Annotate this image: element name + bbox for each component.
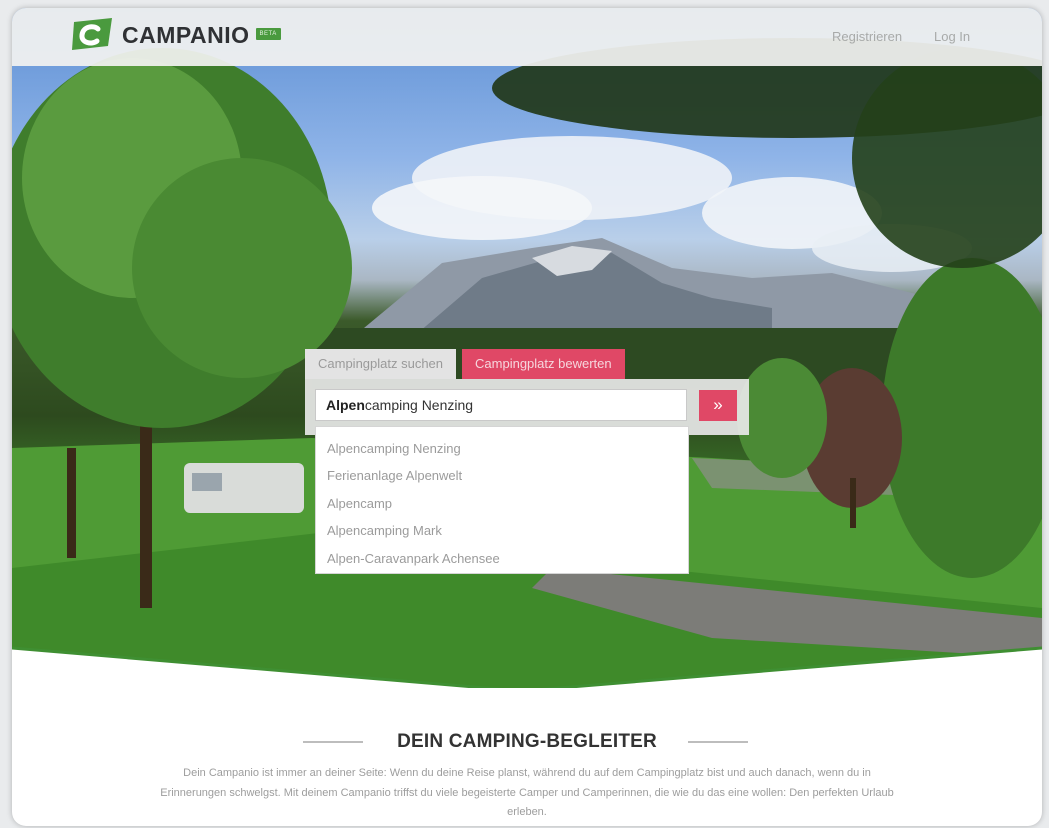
double-chevron-right-icon: » bbox=[713, 395, 723, 414]
tab-campsite-rate[interactable]: Campingplatz bewerten bbox=[462, 349, 625, 379]
autocomplete-list: Alpencamping Nenzing Ferienanlage Alpenw… bbox=[315, 426, 689, 574]
campanio-logo-icon bbox=[72, 18, 112, 50]
login-link[interactable]: Log In bbox=[934, 29, 970, 44]
site-header: CAMPANIO BETA Registrieren Log In bbox=[12, 8, 1042, 66]
suggestion-item[interactable]: Alpencamp bbox=[316, 490, 688, 517]
beta-badge: BETA bbox=[255, 28, 281, 40]
query-remainder: camping Nenzing bbox=[364, 397, 474, 413]
brand-logo[interactable]: CAMPANIO BETA bbox=[68, 18, 281, 52]
section-description: Dein Campanio ist immer an deiner Seite:… bbox=[160, 767, 894, 818]
tab-campsite-search[interactable]: Campingplatz suchen bbox=[305, 349, 457, 379]
suggestion-item[interactable]: Ferienanlage Alpenwelt bbox=[316, 462, 688, 489]
suggestion-item[interactable]: Alpencamping Nenzing bbox=[316, 435, 688, 462]
hero-image bbox=[12, 8, 1042, 688]
register-link[interactable]: Registrieren bbox=[832, 29, 902, 44]
campsite-search-input[interactable]: Alpencamping Nenzing bbox=[315, 389, 687, 421]
suggestion-item[interactable]: Alpen-Caravanpark Achensee bbox=[316, 545, 688, 572]
browser-frame: CAMPANIO BETA Registrieren Log In Campin… bbox=[12, 8, 1042, 826]
query-highlight: Alpen bbox=[326, 397, 365, 413]
campsite-illustration bbox=[12, 38, 1042, 688]
search-tabs: Campingplatz suchen Campingplatz bewerte… bbox=[305, 349, 625, 379]
suggestion-item[interactable]: Alpencamping Mark bbox=[316, 517, 688, 544]
section-title: DEIN CAMPING-BEGLEITER bbox=[397, 731, 657, 752]
brand-name: CAMPANIO bbox=[122, 21, 250, 48]
search-submit-button[interactable]: » bbox=[699, 390, 737, 421]
